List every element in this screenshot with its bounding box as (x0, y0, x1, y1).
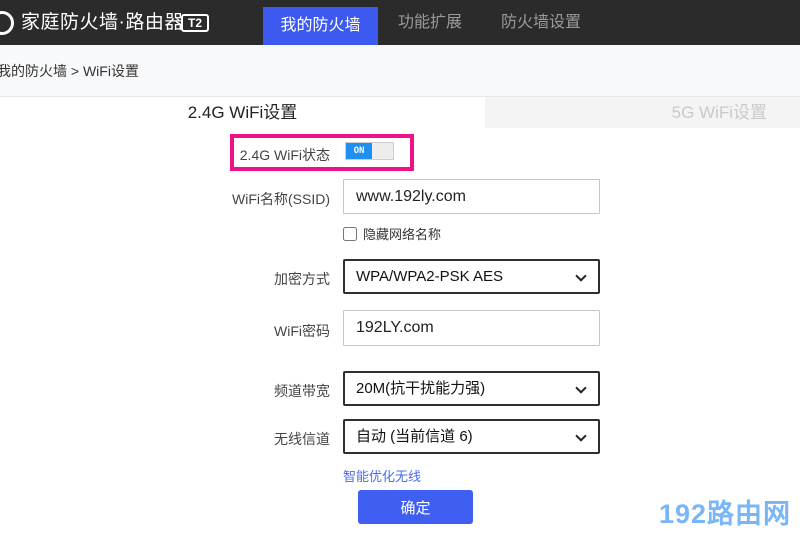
chevron-down-icon (575, 382, 586, 393)
encryption-label: 加密方式 (100, 269, 330, 289)
nav-tab-extensions[interactable]: 功能扩展 (398, 0, 462, 45)
model-badge: T2 (181, 14, 209, 32)
wifi-status-label: 2.4G WiFi状态 (100, 145, 330, 165)
wifi-password-label: WiFi密码 (100, 321, 330, 341)
brand-title: 家庭防火墙·路由器 (21, 0, 184, 45)
wifi-status-toggle[interactable]: ON (345, 142, 394, 160)
channel-select[interactable]: 自动 (当前信道 6) (343, 419, 600, 454)
confirm-button[interactable]: 确定 (358, 490, 473, 524)
breadcrumb: 我的防火墙 > WiFi设置 (0, 45, 139, 97)
tab-5g-wifi-settings[interactable]: 5G WiFi设置 (485, 97, 800, 128)
bandwidth-label: 频道带宽 (100, 381, 330, 401)
smart-optimize-wireless-link[interactable]: 智能优化无线 (343, 466, 421, 485)
bandwidth-selected-value: 20M(抗干扰能力强) (356, 380, 485, 397)
breadcrumb-bar: 我的防火墙 > WiFi设置 (0, 45, 800, 97)
tab-24g-wifi-settings[interactable]: 2.4G WiFi设置 (0, 97, 485, 128)
toggle-on-knob: ON (346, 143, 372, 159)
chevron-down-icon (575, 430, 586, 441)
top-navbar: 家庭防火墙·路由器 T2 我的防火墙 功能扩展 防火墙设置 (0, 0, 800, 45)
channel-label: 无线信道 (100, 429, 330, 449)
chevron-down-icon (575, 270, 586, 281)
brand-logo-icon (0, 11, 14, 35)
ssid-label: WiFi名称(SSID) (100, 189, 330, 209)
nav-tab-my-firewall[interactable]: 我的防火墙 (263, 7, 378, 45)
hide-network-row: 隐藏网络名称 (343, 225, 441, 242)
router-settings-page: 家庭防火墙·路由器 T2 我的防火墙 功能扩展 防火墙设置 我的防火墙 > Wi… (0, 0, 800, 533)
wifi-password-input[interactable] (343, 310, 600, 346)
nav-tab-firewall-settings[interactable]: 防火墙设置 (501, 0, 581, 45)
site-watermark: 192路由网 (659, 492, 791, 531)
hide-network-label: 隐藏网络名称 (363, 224, 441, 243)
channel-selected-value: 自动 (当前信道 6) (356, 428, 473, 445)
encryption-selected-value: WPA/WPA2-PSK AES (356, 268, 503, 285)
ssid-input[interactable] (343, 179, 600, 214)
encryption-select[interactable]: WPA/WPA2-PSK AES (343, 259, 600, 294)
hide-network-checkbox[interactable] (343, 227, 357, 241)
bandwidth-select[interactable]: 20M(抗干扰能力强) (343, 371, 600, 406)
